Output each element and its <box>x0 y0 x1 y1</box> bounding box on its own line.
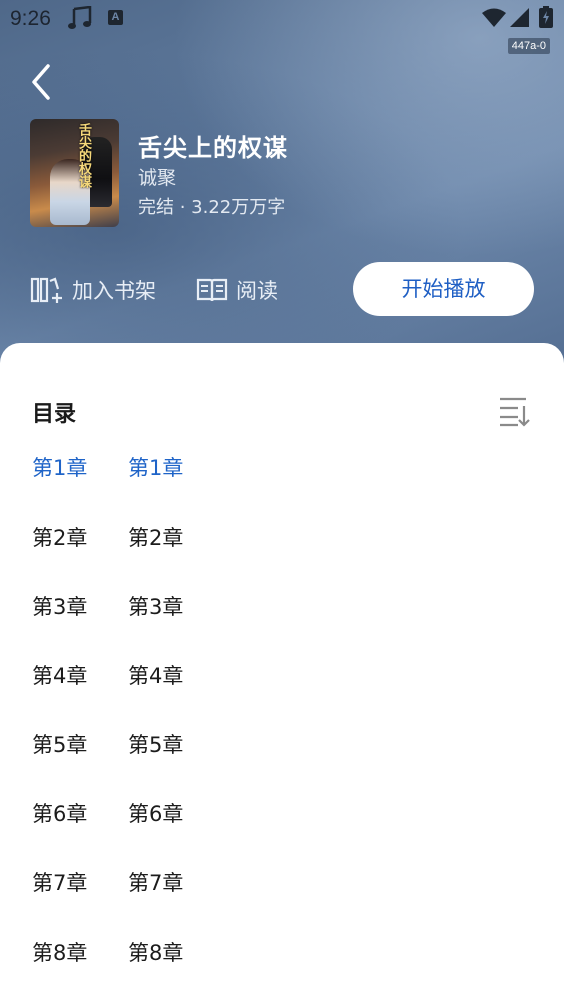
toc-header: 目录 <box>32 402 77 427</box>
chapter-title: 第7章 <box>128 871 184 895</box>
chapter-row[interactable]: 第6章 第6章 <box>32 793 183 833</box>
book-author: 诚聚 <box>138 167 177 189</box>
book-title: 舌尖上的权谋 <box>138 134 288 162</box>
sort-button[interactable] <box>498 395 532 427</box>
chapter-row[interactable]: 第7章 第7章 <box>32 862 183 902</box>
status-bar: 9:26 A <box>0 0 564 38</box>
chapter-number: 第6章 <box>32 802 88 826</box>
chapter-title: 第5章 <box>128 733 184 757</box>
chapter-row[interactable]: 第2章 第2章 <box>32 517 183 557</box>
wifi-icon <box>482 8 506 27</box>
add-to-shelf-icon <box>30 277 62 303</box>
chapter-number: 第2章 <box>32 526 88 550</box>
book-cover[interactable]: 舌尖的权谋 <box>30 119 119 227</box>
read-button[interactable]: 阅读 <box>196 272 278 308</box>
music-note-icon <box>68 6 92 29</box>
chapter-number: 第1章 <box>32 456 88 480</box>
read-label: 阅读 <box>236 279 278 303</box>
chapter-number: 第8章 <box>32 941 88 965</box>
sort-list-icon <box>500 397 530 427</box>
chapter-row[interactable]: 第3章 第3章 <box>32 586 183 626</box>
toc-sheet: 目录 第1章 第1章 第2章 第2章 第3章 第3章 第4章 第4章 第5章 第… <box>0 343 564 1004</box>
chapter-number: 第7章 <box>32 871 88 895</box>
signal-icon <box>510 8 529 27</box>
battery-icon <box>539 6 553 28</box>
version-badge: 447a-0 <box>507 38 550 54</box>
chapter-title: 第8章 <box>128 941 184 965</box>
chapter-row[interactable]: 第4章 第4章 <box>32 655 183 695</box>
add-to-shelf-button[interactable]: 加入书架 <box>30 272 156 308</box>
chapter-title: 第6章 <box>128 802 184 826</box>
chevron-left-icon <box>32 64 50 100</box>
chapter-title: 第3章 <box>128 595 184 619</box>
start-play-button[interactable]: 开始播放 <box>353 262 534 316</box>
chapter-row[interactable]: 第1章 第1章 <box>32 447 183 487</box>
notification-a-icon: A <box>108 10 123 25</box>
open-book-icon <box>196 278 228 302</box>
status-time: 9:26 <box>10 7 51 30</box>
back-button[interactable] <box>22 60 62 104</box>
chapter-number: 第4章 <box>32 664 88 688</box>
book-meta: 完结 · 3.22万万字 <box>138 197 286 218</box>
chapter-row[interactable]: 第5章 第5章 <box>32 724 183 764</box>
chapter-row[interactable]: 第8章 第8章 <box>32 932 183 972</box>
book-detail-screen: 9:26 A 447a-0 舌尖的权谋 舌尖上的权谋 诚聚 完结 · 3.22万… <box>0 0 564 1004</box>
chapter-title: 第4章 <box>128 664 184 688</box>
chapter-number: 第5章 <box>32 733 88 757</box>
cover-title-text: 舌尖的权谋 <box>76 123 91 188</box>
chapter-number: 第3章 <box>32 595 88 619</box>
chapter-title: 第2章 <box>128 526 184 550</box>
chapter-title: 第1章 <box>128 456 184 480</box>
add-to-shelf-label: 加入书架 <box>72 279 156 303</box>
